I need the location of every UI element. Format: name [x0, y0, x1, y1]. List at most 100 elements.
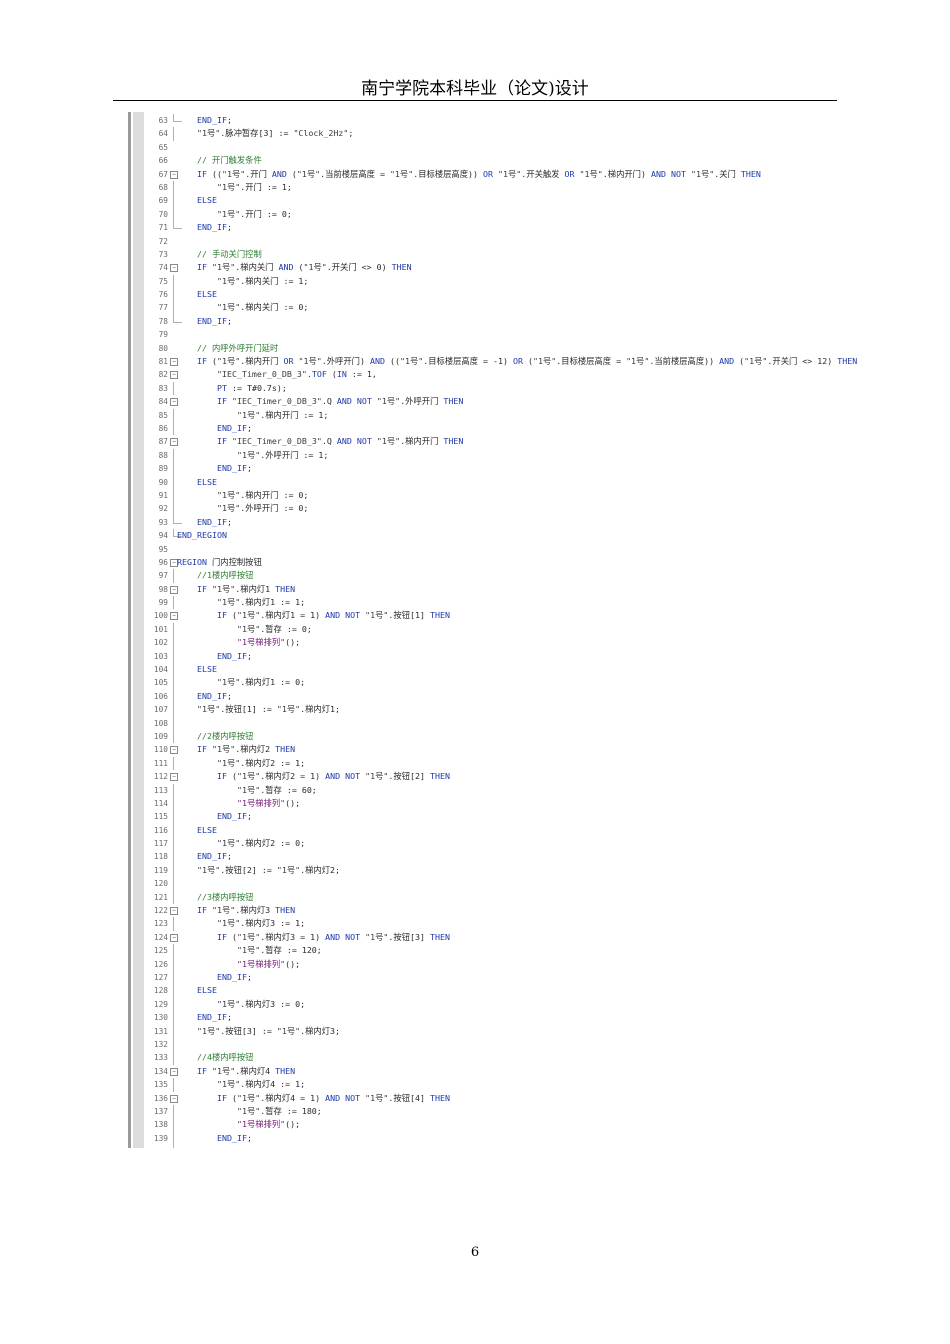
fold-guide-line: [173, 421, 174, 436]
code-text: "1号".按钮[2] := "1号".梯内灯2;: [196, 864, 341, 875]
fold-guide-line: [173, 676, 174, 690]
line-number: 128: [153, 986, 168, 996]
code-line: 135 "1号".梯内灯4 := 1;: [113, 1078, 943, 1092]
code-line: 111 "1号".梯内灯2 := 1;: [113, 756, 943, 771]
code-text: //3楼内呼按钮: [177, 891, 254, 902]
code-line: 88 "1号".外呼开门 := 1;: [113, 448, 943, 463]
code-line: 136− IF ("1号".梯内灯4 = 1) AND NOT "1号".按钮[…: [113, 1092, 943, 1105]
fold-guide-line: [173, 622, 174, 637]
line-number: 130: [153, 1013, 168, 1023]
code-line: 95: [113, 543, 943, 556]
code-line: 117 "1号".梯内灯2 := 0;: [113, 837, 943, 851]
code-line: 73 // 手动关门控制: [113, 248, 943, 261]
line-number: 129: [153, 999, 168, 1009]
code-line: 81− IF ("1号".梯内开门 OR "1号".外呼开门) AND (("1…: [113, 355, 943, 368]
fold-guide-line: [173, 783, 174, 797]
code-line: 84− IF "IEC_Timer_0_DB_3".Q AND NOT "1号"…: [113, 395, 943, 408]
code-line: 130 END_IF;: [113, 1011, 943, 1025]
code-line: 64 "1号".脉冲暂存[3] := "Clock_2Hz";: [113, 127, 943, 141]
fold-guide-line: [173, 502, 174, 516]
line-number: 71: [158, 223, 168, 233]
line-number: 121: [153, 892, 168, 902]
line-number: 80: [158, 343, 168, 353]
code-line: 69 ELSE: [113, 194, 943, 208]
code-line: 66 // 开门触发条件: [113, 154, 943, 167]
line-number: 84: [158, 397, 168, 407]
fold-guide-line: [173, 569, 174, 583]
line-number: 103: [153, 651, 168, 661]
fold-guide-line: [173, 1011, 174, 1025]
line-number: 120: [153, 879, 168, 889]
code-text: IF "1号".梯内灯1 THEN: [196, 583, 296, 594]
code-text: ELSE: [196, 664, 217, 675]
code-line: 96− REGION 门内控制按钮: [113, 556, 943, 569]
code-text: IF ("1号".梯内灯2 = 1) AND NOT "1号".按钮[2] TH…: [216, 771, 450, 782]
code-line: 70 "1号".开门 := 0;: [113, 207, 943, 222]
fold-guide-line: [173, 756, 174, 771]
fold-guide-line: [173, 448, 174, 463]
code-text: "1号".梯内关门 := 0;: [216, 302, 309, 313]
code-line: 87− IF "IEC_Timer_0_DB_3".Q AND NOT "1号"…: [113, 435, 943, 448]
code-text: "1号".暂存 := 60;: [236, 784, 317, 795]
fold-guide-line: [173, 488, 174, 503]
fold-guide-line: [173, 1145, 174, 1148]
code-listing: 63 END_IF; 64 "1号".脉冲暂存[3] := "Clock_2Hz"…: [113, 114, 943, 1148]
line-number: 74: [158, 263, 168, 273]
fold-guide-line: [173, 1104, 174, 1119]
code-text: IF "1号".梯内灯2 THEN: [196, 744, 296, 755]
code-text: END_IF;: [216, 650, 252, 661]
line-number: 116: [153, 825, 168, 835]
line-number: 102: [153, 638, 168, 648]
fold-guide-line: [173, 663, 174, 677]
line-number: 88: [158, 450, 168, 460]
code-line: 113 "1号".暂存 := 60;: [113, 783, 943, 797]
fold-guide-line: [173, 917, 174, 931]
line-number: 127: [153, 973, 168, 982]
code-text: IF "1号".梯内关门 AND ("1号".开关门 <> 0) THEN: [196, 262, 412, 273]
code-text: "IEC_Timer_0_DB_3".TOF (IN := 1,: [216, 369, 377, 380]
code-text: END_IF;: [216, 463, 252, 474]
code-text: //4楼内呼按钮: [177, 1052, 254, 1063]
code-line: 119 "1号".按钮[2] := "1号".梯内灯2;: [113, 863, 943, 878]
code-line: 100− IF ("1号".梯内灯1 = 1) AND NOT "1号".按钮[…: [113, 609, 943, 622]
code-text: END_IF;: [216, 811, 252, 822]
line-number: 75: [158, 276, 168, 286]
line-number: 124: [153, 932, 168, 942]
code-text: "1号梯排列"();: [236, 958, 301, 969]
code-line: 89 END_IF;: [113, 462, 943, 476]
line-number: 93: [158, 517, 168, 527]
line-number: 63: [158, 116, 168, 125]
code-line: 68 "1号".开门 := 1;: [113, 180, 943, 195]
line-number: 133: [153, 1053, 168, 1063]
line-number: 122: [153, 906, 168, 916]
code-line: 108: [113, 716, 943, 730]
line-number: 104: [153, 665, 168, 675]
code-text: REGION 门内控制按钮: [177, 556, 262, 567]
line-number: 134: [153, 1066, 168, 1076]
line-number: 113: [153, 785, 168, 795]
line-number: 78: [158, 316, 168, 326]
code-line: 133 //4楼内呼按钮: [113, 1051, 943, 1065]
line-number: 137: [153, 1106, 168, 1116]
code-text: // 内呼外呼开门延时: [177, 342, 279, 353]
fold-guide-line: [173, 971, 174, 985]
line-number: 100: [153, 611, 168, 621]
code-line: 125 "1号".暂存 := 120;: [113, 944, 943, 958]
line-number: 79: [158, 330, 168, 340]
code-line: 99 "1号".梯内灯1 := 1;: [113, 596, 943, 610]
code-text: "1号".梯内灯3 := 0;: [216, 998, 306, 1009]
code-text: IF (("1号".开门 AND ("1号".当前楼层高度 = "1号".目标楼…: [196, 168, 761, 179]
fold-guide-line: [173, 475, 174, 489]
line-number: 117: [153, 839, 168, 849]
code-line: 138 "1号梯排列"();: [113, 1118, 943, 1132]
code-text: "1号".梯内灯4 := 1;: [216, 1079, 306, 1090]
code-text: "1号".按钮[1] := "1号".梯内灯1;: [196, 704, 341, 715]
code-text: PT := T#0.7s);: [216, 382, 287, 393]
code-line: 75 "1号".梯内关门 := 1;: [113, 274, 943, 289]
code-line: 127 END_IF;: [113, 971, 943, 985]
code-line: 63 END_IF;: [113, 114, 943, 127]
code-text: END_IF;: [196, 315, 232, 326]
fold-guide-line: [173, 207, 174, 222]
code-text: "1号".梯内开门 := 1;: [236, 409, 329, 420]
code-text: END_IF;: [196, 115, 232, 125]
